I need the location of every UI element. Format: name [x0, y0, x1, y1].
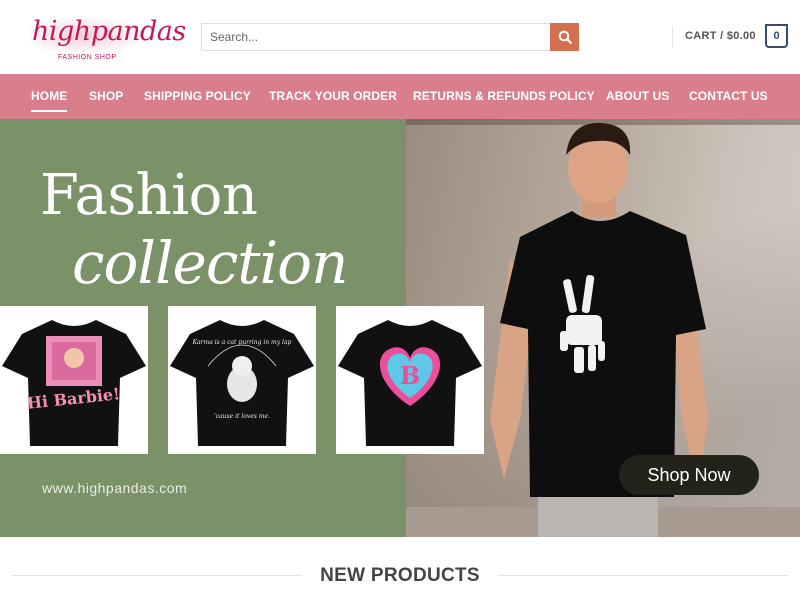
tshirt-icon: Karma is a cat purring in my lap 'cause …	[170, 320, 314, 446]
product-shirt-card[interactable]: B	[336, 306, 484, 454]
heading-rule-right	[498, 575, 788, 576]
header-divider	[672, 26, 673, 48]
section-title: NEW PRODUCTS	[320, 565, 480, 586]
shop-now-button[interactable]: Shop Now	[619, 455, 759, 495]
site-logo[interactable]: highpandas FASHION SHOP	[28, 10, 186, 66]
product-shirt-card[interactable]: Karma is a cat purring in my lap 'cause …	[168, 306, 316, 454]
site-header: highpandas FASHION SHOP CART / $0.00 0	[0, 0, 800, 74]
nav-home[interactable]: HOME	[31, 89, 67, 103]
product-shirt-card[interactable]: Hi Barbie!	[0, 306, 148, 454]
heading-rule-left	[12, 575, 302, 576]
nav-contact-us[interactable]: CONTACT US	[689, 89, 768, 103]
nav-track-order[interactable]: TRACK YOUR ORDER	[269, 89, 397, 103]
cart-count-badge[interactable]: 0	[765, 24, 788, 48]
tshirt-icon: B	[338, 320, 482, 446]
main-nav: HOME SHOP SHIPPING POLICY TRACK YOUR ORD…	[0, 74, 800, 119]
svg-text:Karma is a cat purring in my l: Karma is a cat purring in my lap	[192, 339, 292, 346]
svg-text:'cause it loves me.: 'cause it loves me.	[214, 413, 270, 420]
tshirt-icon: Hi Barbie!	[2, 320, 146, 446]
search-button[interactable]	[550, 23, 579, 51]
nav-active-indicator	[31, 110, 67, 112]
nav-shop[interactable]: SHOP	[89, 89, 123, 103]
new-products-heading-section: NEW PRODUCTS	[0, 555, 800, 595]
shirt-print-text: B	[400, 361, 420, 390]
hero-subtitle: collection	[72, 229, 348, 297]
hero-title: Fashion	[40, 163, 258, 228]
search-icon	[558, 30, 572, 44]
nav-about-us[interactable]: ABOUT US	[606, 89, 669, 103]
hero-banner[interactable]: Fashion collection Hi Barbie! Karma is a…	[0, 119, 800, 537]
logo-tagline: FASHION SHOP	[58, 54, 117, 61]
nav-shipping-policy[interactable]: SHIPPING POLICY	[144, 89, 251, 103]
cart-link[interactable]: CART / $0.00	[685, 30, 756, 42]
banner-website: www.highpandas.com	[42, 480, 188, 496]
nav-returns-refunds[interactable]: RETURNS & REFUNDS POLICY	[413, 89, 595, 103]
logo-wordmark: highpandas	[32, 16, 186, 47]
search-input[interactable]	[201, 23, 551, 51]
